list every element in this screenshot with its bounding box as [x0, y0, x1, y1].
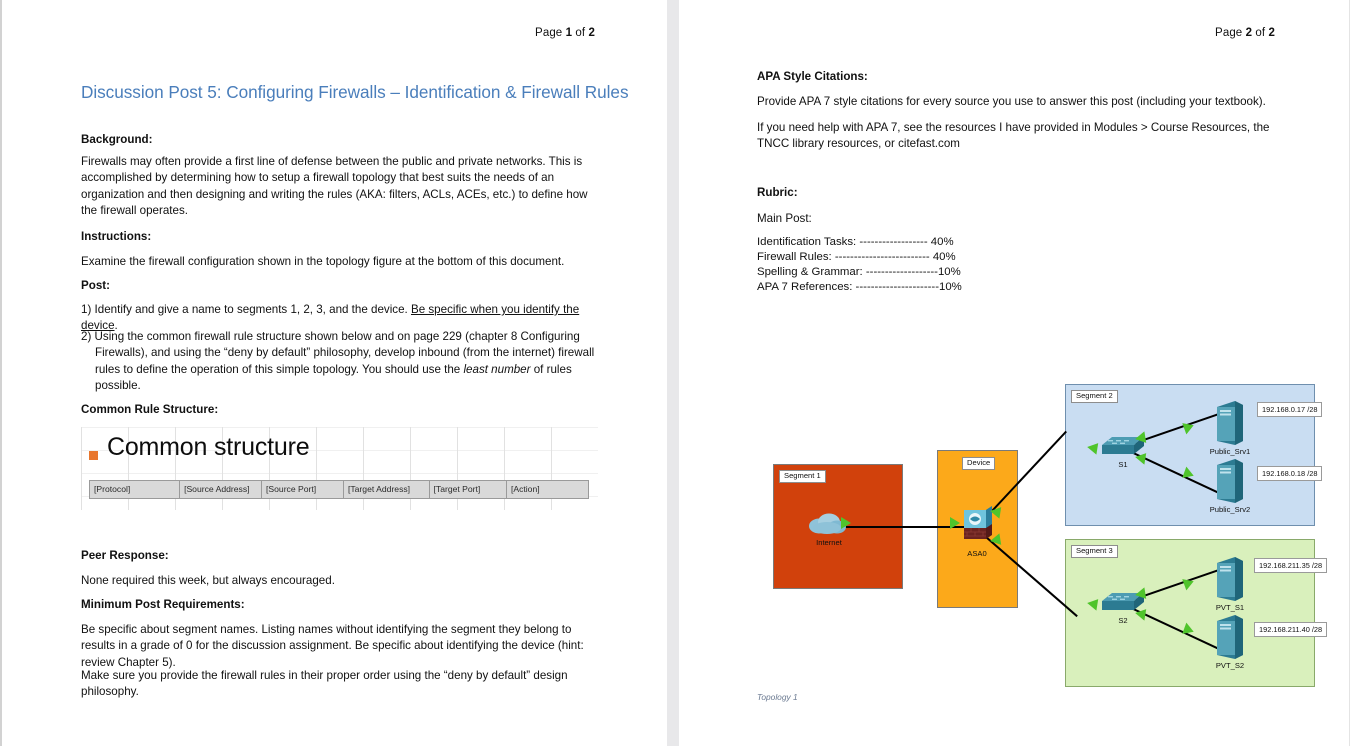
pvt-s1-node-label: PVT_S1	[1215, 603, 1245, 612]
document-viewer[interactable]: Page 1 of 2 Discussion Post 5: Configuri…	[0, 0, 1352, 746]
bullet-square-icon	[89, 451, 98, 460]
apa-style-citations-heading: APA Style Citations:	[757, 70, 868, 83]
instructions-paragraph: Examine the firewall configuration shown…	[81, 255, 565, 268]
status-arrow-asa0-in	[950, 517, 960, 529]
public-srv1-server-icon	[1217, 401, 1243, 450]
segment-1-label: Segment 1	[779, 470, 826, 484]
minimum-post-paragraph-2: Make sure you provide the firewall rules…	[81, 669, 568, 699]
apa-paragraph-2: If you need help with APA 7, see the res…	[757, 121, 1270, 151]
s2-node-label: S2	[1118, 616, 1128, 625]
public-srv2-server-icon	[1217, 459, 1243, 508]
internet-node-label: Internet	[816, 538, 842, 547]
rubric-line-firewall-rules: Firewall Rules: ------------------------…	[757, 251, 956, 264]
slide-title: Common structure	[107, 433, 310, 461]
rubric-list: Identification Tasks: ------------------…	[757, 235, 962, 296]
public-srv2-ip-label: 192.168.0.18 /28	[1257, 466, 1323, 481]
segment-3-label: Segment 3	[1071, 545, 1118, 559]
peer-response-heading: Peer Response:	[81, 549, 169, 562]
table-header-protocol: [Protocol]	[88, 480, 181, 499]
background-paragraph: Firewalls may often provide a first line…	[81, 155, 588, 218]
rubric-line-identification: Identification Tasks: ------------------…	[757, 236, 954, 248]
common-rule-structure-table: [Protocol] [Source Address] [Source Port…	[88, 480, 590, 499]
document-page-1: Page 1 of 2 Discussion Post 5: Configuri…	[0, 0, 667, 746]
table-header-target-address: [Target Address]	[342, 480, 430, 499]
table-header-source-port: [Source Port]	[261, 480, 344, 499]
apa-paragraph-1: Provide APA 7 style citations for every …	[757, 95, 1266, 108]
page-number-2: Page 2 of 2	[1215, 27, 1275, 39]
pvt-s1-server-icon	[1217, 557, 1243, 606]
s1-node-label: S1	[1118, 460, 1128, 469]
post-heading: Post:	[81, 279, 110, 292]
public-srv2-node-label: Public_Srv2	[1209, 505, 1251, 514]
post-item-2: 2) Using the common firewall rule struct…	[81, 329, 605, 395]
document-page-2: Page 2 of 2 APA Style Citations: Provide…	[679, 0, 1350, 746]
page-label-prefix-2: Page	[1215, 27, 1246, 39]
common-structure-slide-image: Common structure [Protocol] [Source Addr…	[81, 427, 598, 510]
pvt-s1-ip-label: 192.168.211.35 /28	[1254, 558, 1328, 573]
post-item-2-italic: least number	[463, 362, 531, 376]
page-label-mid-2: of	[1252, 27, 1269, 39]
page-number-total: 2	[588, 27, 595, 39]
segment-2-label: Segment 2	[1071, 390, 1118, 404]
pvt-s2-node-label: PVT_S2	[1215, 661, 1245, 670]
pvt-s2-ip-label: 192.168.211.40 /28	[1254, 622, 1328, 637]
table-header-source-address: [Source Address]	[179, 480, 263, 499]
rubric-line-spelling-grammar: Spelling & Grammar: -------------------1…	[757, 266, 961, 279]
page-label-mid: of	[572, 27, 589, 39]
peer-response-paragraph: None required this week, but always enco…	[81, 574, 335, 587]
post-item-1-text-a: 1) Identify and give a name to segments …	[81, 303, 411, 316]
asa0-firewall-icon	[960, 506, 994, 551]
status-arrow-internet	[841, 517, 851, 529]
device-label: Device	[962, 457, 996, 471]
topology-figure: Segment 1 Device Segment 2 Segment 3 Int…	[757, 378, 1328, 698]
page-title: Discussion Post 5: Configuring Firewalls…	[81, 82, 629, 102]
rubric-heading: Rubric:	[757, 186, 798, 199]
page-number-total-2: 2	[1268, 27, 1275, 39]
rubric-line-apa-references: APA 7 References: ----------------------…	[757, 281, 962, 294]
page-label-prefix: Page	[535, 27, 566, 39]
public-srv1-ip-label: 192.168.0.17 /28	[1257, 402, 1323, 417]
public-srv1-node-label: Public_Srv1	[1209, 447, 1251, 456]
common-rule-structure-heading: Common Rule Structure:	[81, 403, 219, 416]
background-heading: Background:	[81, 133, 153, 146]
page-separator	[667, 0, 679, 746]
pvt-s2-server-icon	[1217, 615, 1243, 664]
table-row: [Protocol] [Source Address] [Source Port…	[88, 480, 590, 499]
asa0-node-label: ASA0	[967, 549, 987, 558]
minimum-post-requirements-heading: Minimum Post Requirements:	[81, 598, 245, 611]
table-header-target-port: [Target Port]	[428, 480, 507, 499]
page-number-1: Page 1 of 2	[535, 27, 595, 39]
figure-caption: Topology 1	[757, 692, 798, 702]
table-header-action: [Action]	[505, 480, 590, 499]
main-post-label: Main Post:	[757, 212, 812, 225]
minimum-post-paragraph-1: Be specific about segment names. Listing…	[81, 623, 584, 669]
instructions-heading: Instructions:	[81, 230, 152, 243]
